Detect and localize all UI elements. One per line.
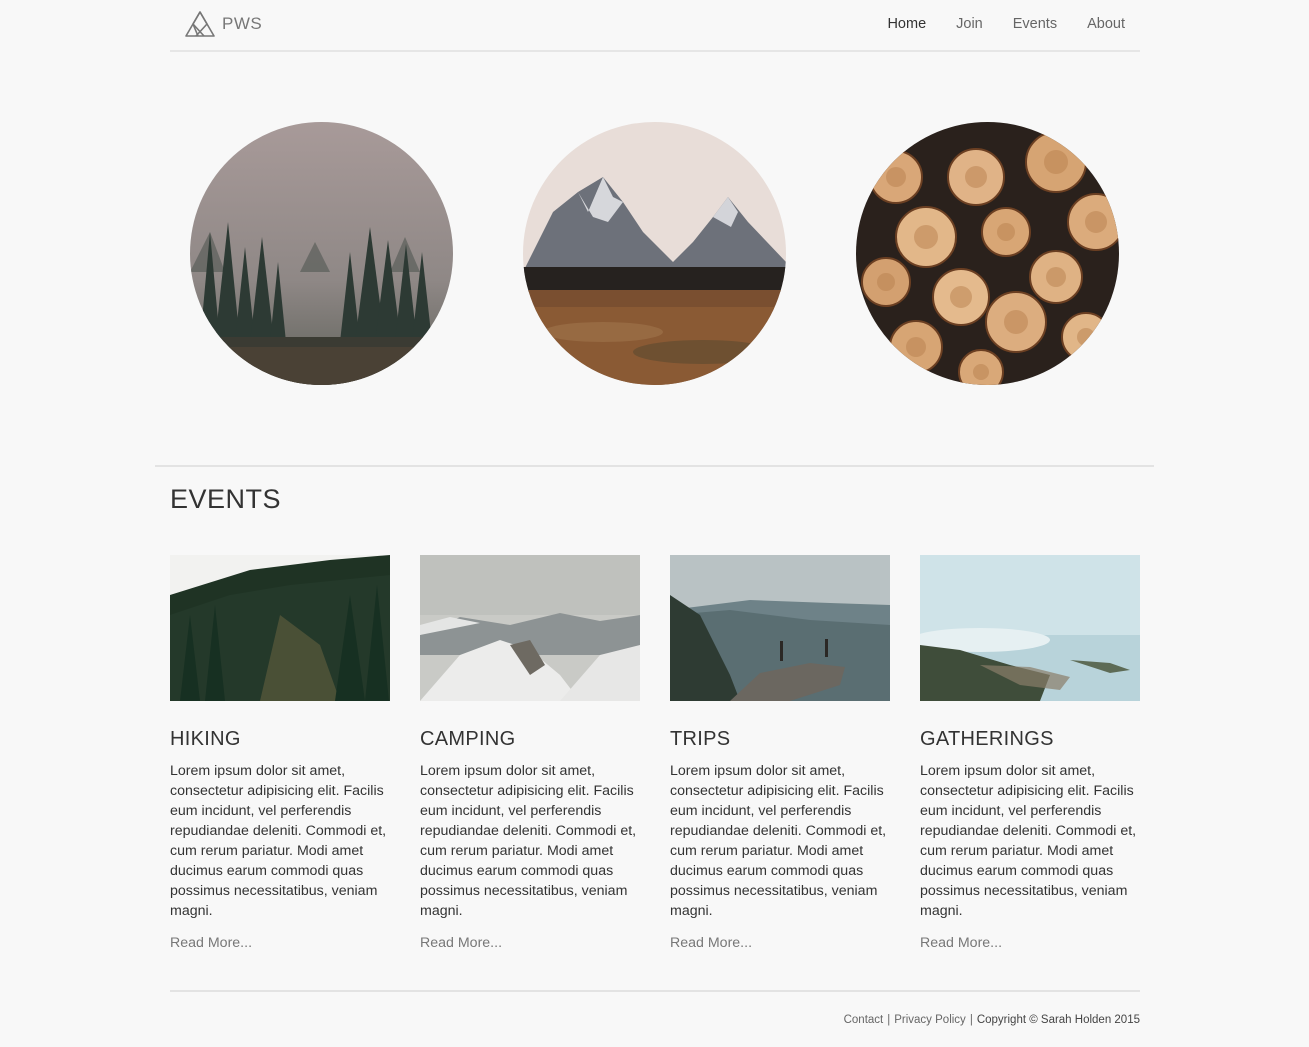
event-description: Lorem ipsum dolor sit amet, consectetur … xyxy=(670,763,887,919)
footer-copyright: Copyright © Sarah Holden 2015 xyxy=(976,1014,1140,1026)
site-footer: Contact | Privacy Policy | Copyright © Sarah… xyxy=(844,1014,1140,1026)
read-more-link[interactable]: Read More... xyxy=(420,935,502,951)
stacked-logs-photo xyxy=(856,122,1119,385)
footer-separator: | xyxy=(969,1014,973,1026)
mountain-logo-icon xyxy=(185,11,215,37)
event-title: GATHERINGS xyxy=(920,728,1054,750)
hero-image-forest xyxy=(190,122,453,385)
main-nav: Home Join Events About xyxy=(857,16,1140,32)
read-more-link[interactable]: Read More... xyxy=(170,935,252,951)
nav-about[interactable]: About xyxy=(1087,16,1125,32)
footer-contact-link[interactable]: Contact xyxy=(844,1014,884,1026)
event-description: Lorem ipsum dolor sit amet, consectetur … xyxy=(420,763,637,919)
site-header: PWS Home Join Events About xyxy=(170,0,1140,52)
nav-events[interactable]: Events xyxy=(1013,16,1057,32)
site-logo[interactable]: PWS xyxy=(184,10,262,38)
misty-forest-photo xyxy=(190,122,453,385)
event-card-hiking: HIKING Lorem ipsum dolor sit amet, conse… xyxy=(170,555,390,952)
footer-privacy-link[interactable]: Privacy Policy xyxy=(894,1014,966,1026)
hiking-image xyxy=(170,555,390,701)
camping-image xyxy=(420,555,640,701)
event-title: TRIPS xyxy=(670,728,731,750)
event-description: Lorem ipsum dolor sit amet, consectetur … xyxy=(920,763,1137,919)
event-title: HIKING xyxy=(170,728,241,750)
mountain-range-photo xyxy=(523,122,786,385)
event-card-gatherings: GATHERINGS Lorem ipsum dolor sit amet, c… xyxy=(920,555,1140,952)
footer-divider xyxy=(170,990,1140,992)
events-heading: EVENTS xyxy=(170,484,282,514)
event-description: Lorem ipsum dolor sit amet, consectetur … xyxy=(170,763,387,919)
section-divider xyxy=(155,465,1154,467)
footer-separator: | xyxy=(887,1014,891,1026)
event-title: CAMPING xyxy=(420,728,516,750)
read-more-link[interactable]: Read More... xyxy=(670,935,752,951)
hero-image-mountains xyxy=(523,122,786,385)
logo-text: PWS xyxy=(222,14,263,33)
event-card-trips: TRIPS Lorem ipsum dolor sit amet, consec… xyxy=(670,555,890,952)
nav-home[interactable]: Home xyxy=(887,16,926,32)
nav-join[interactable]: Join xyxy=(956,16,983,32)
read-more-link[interactable]: Read More... xyxy=(920,935,1002,951)
hero-image-logs xyxy=(856,122,1119,385)
event-card-camping: CAMPING Lorem ipsum dolor sit amet, cons… xyxy=(420,555,640,952)
trips-image xyxy=(670,555,890,701)
gatherings-image xyxy=(920,555,1140,701)
